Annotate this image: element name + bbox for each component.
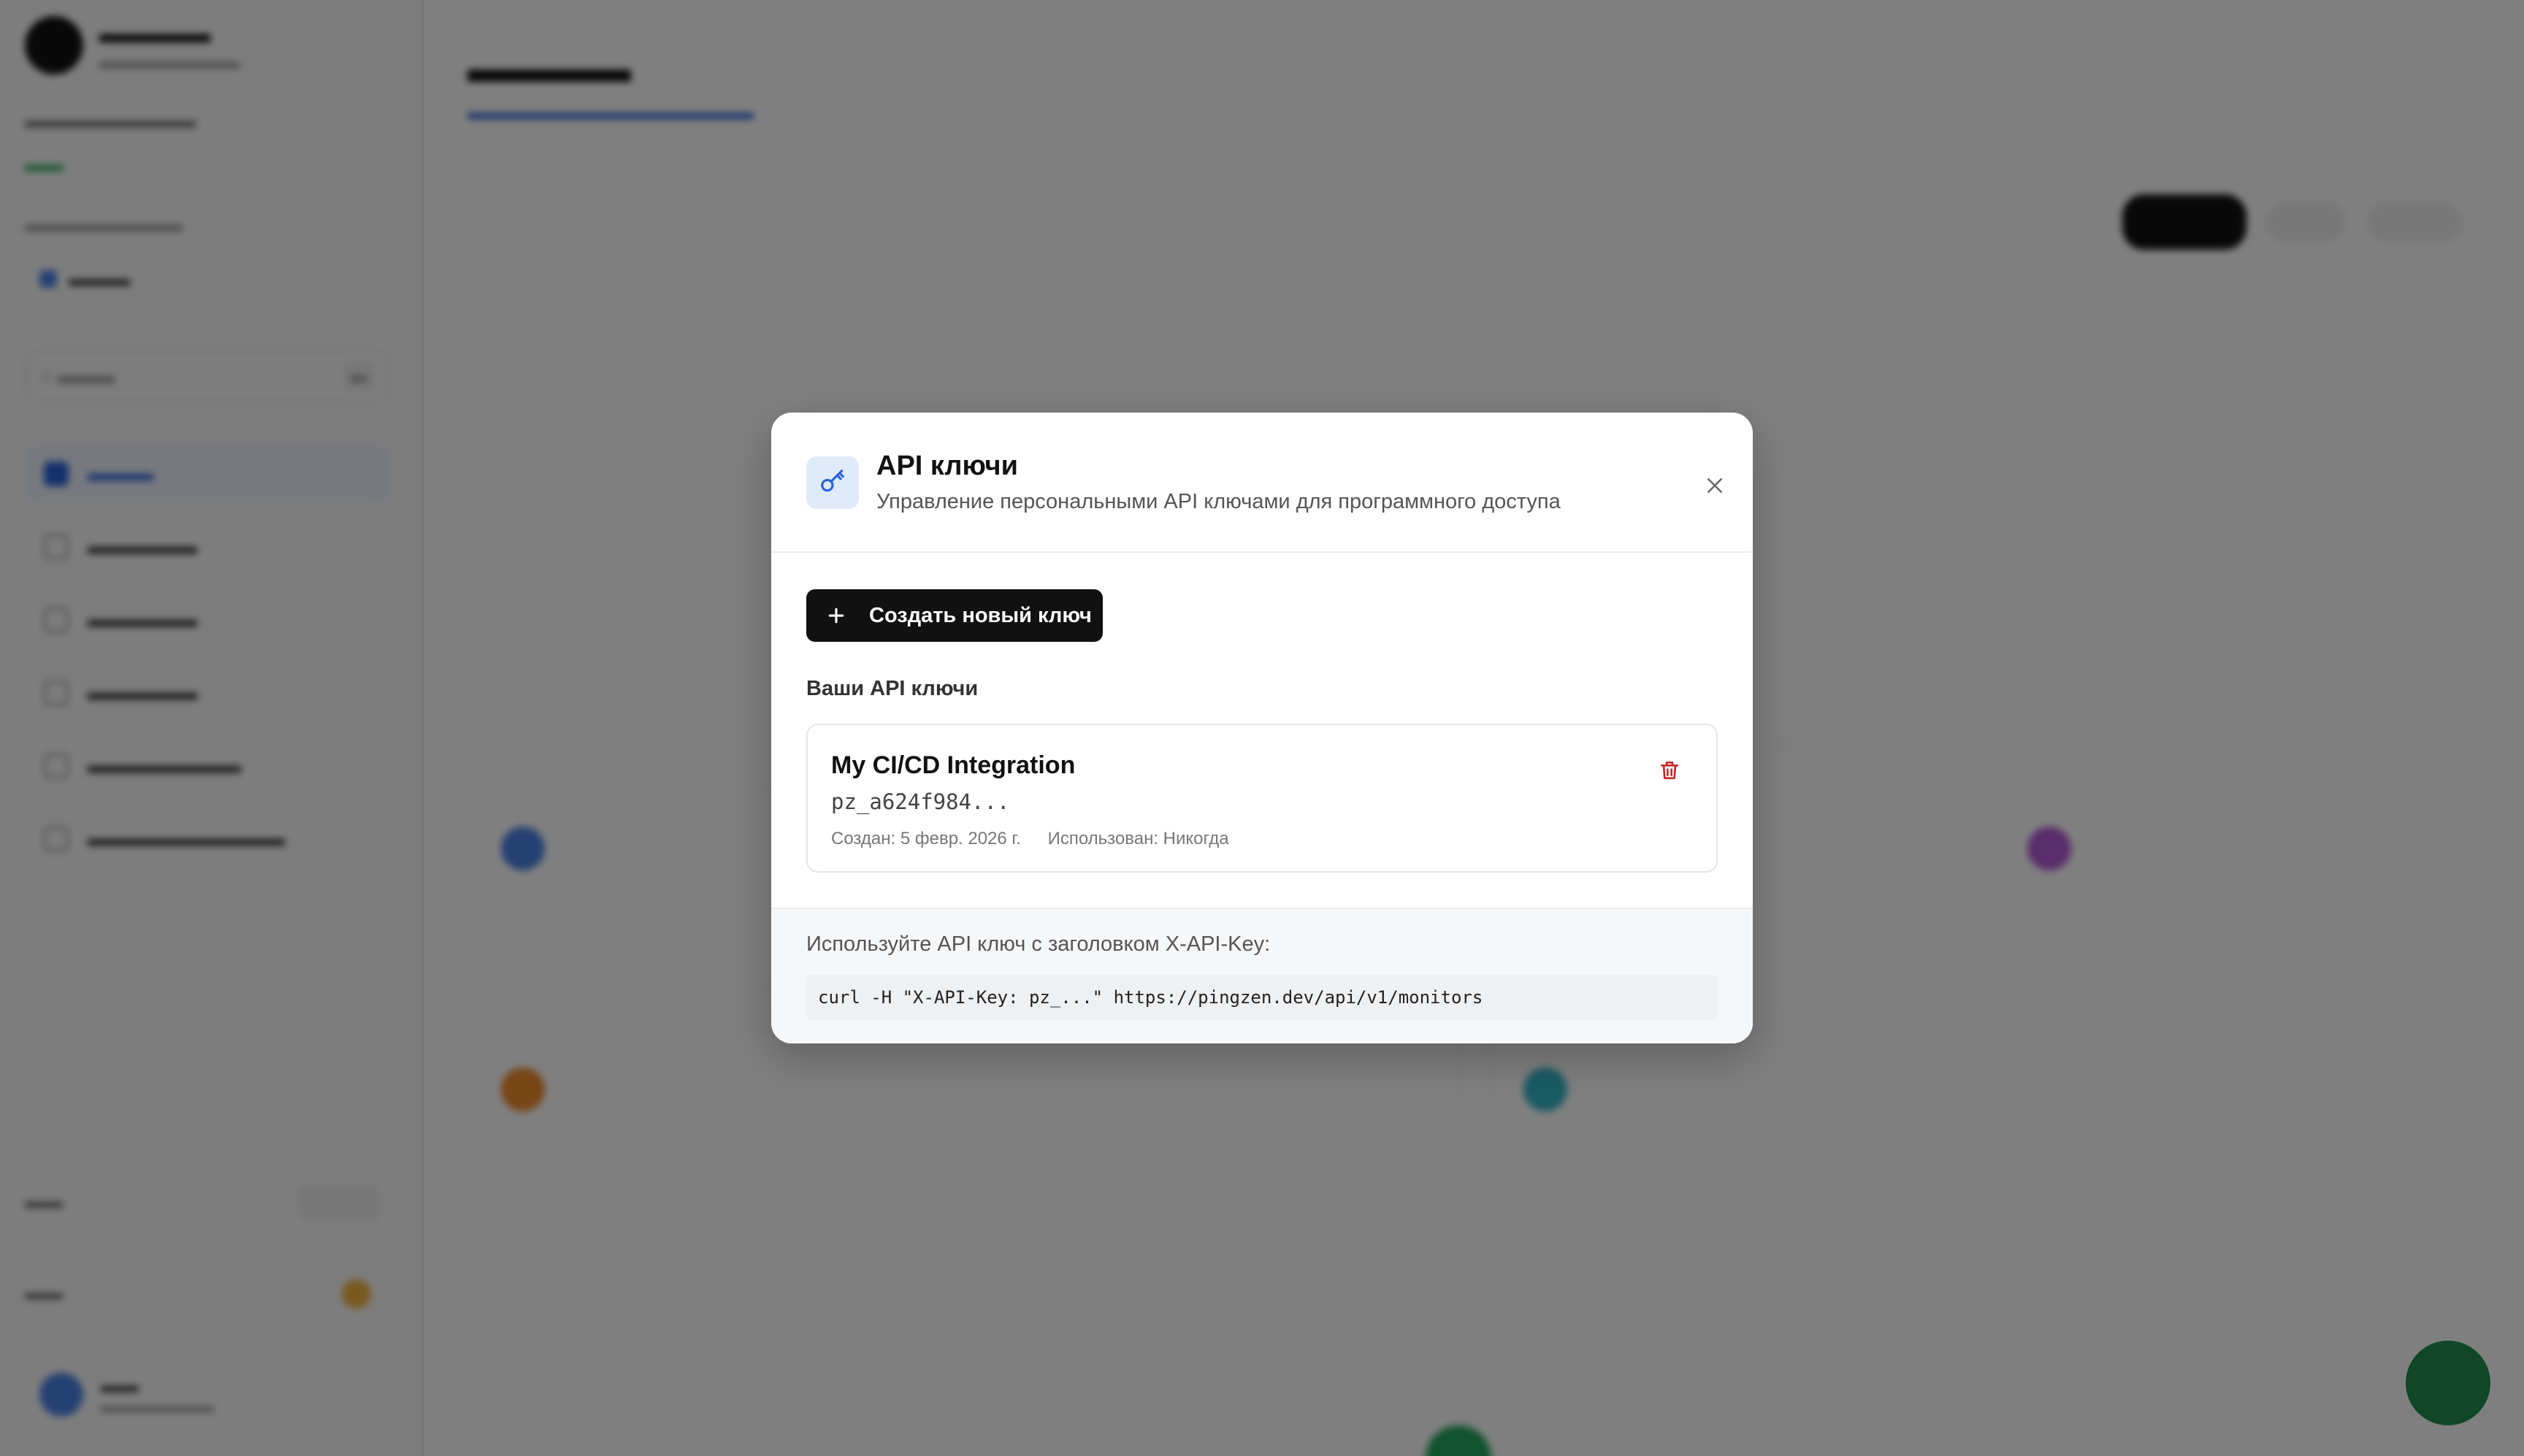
key-icon [819, 467, 846, 499]
api-key-meta: Создан: 5 февр. 2026 г. Использован: Ник… [831, 829, 1229, 849]
api-key-item: My CI/CD Integration pz_a624f984... Созд… [806, 724, 1718, 873]
usage-hint: Используйте API ключ с заголовком X-API-… [806, 932, 1271, 956]
close-button[interactable] [1699, 471, 1731, 503]
keys-section-label: Ваши API ключи [806, 677, 979, 700]
delete-key-button[interactable] [1655, 757, 1684, 786]
dialog-header: API ключи Управление персональными API к… [771, 413, 1753, 553]
close-icon [1704, 475, 1726, 500]
key-badge [806, 456, 859, 509]
code-example: curl -H "X-API-Key: pz_..." https://ping… [806, 975, 1718, 1020]
app-root: ▬▬▬▬ ▬▬▬▬▬▬▬▬ ▬▬▬▬▬▬▬▬▬ ▬▬ ▬▬▬▬▬▬▬▬▬ ▬▬▬… [0, 0, 2524, 1456]
api-key-name: My CI/CD Integration [831, 751, 1076, 779]
dialog-footer: Используйте API ключ с заголовком X-API-… [771, 908, 1753, 1043]
dialog-title: API ключи [876, 451, 1018, 481]
dialog-subtitle: Управление персональными API ключами для… [876, 490, 1561, 513]
trash-icon [1658, 759, 1681, 786]
plus-icon [825, 605, 847, 627]
api-key-last-used: Использован: Никогда [1047, 829, 1229, 848]
create-key-button[interactable]: Создать новый ключ [806, 589, 1103, 642]
api-key-value: pz_a624f984... [831, 789, 1010, 814]
create-key-label: Создать новый ключ [869, 603, 1092, 627]
api-key-created: Создан: 5 февр. 2026 г. [831, 829, 1021, 848]
api-keys-dialog: API ключи Управление персональными API к… [771, 413, 1753, 1043]
